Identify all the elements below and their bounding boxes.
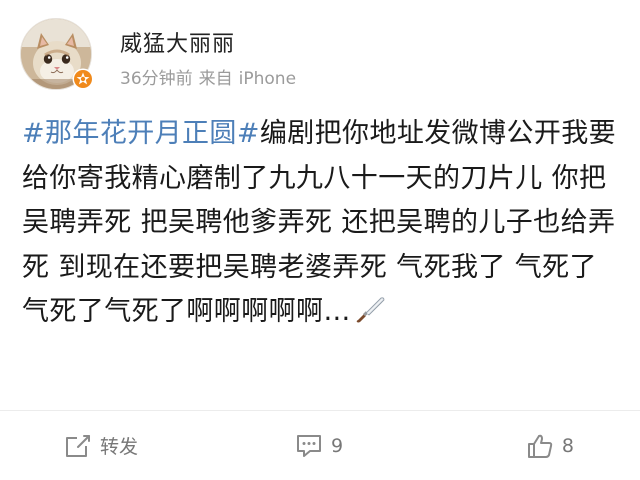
post-source[interactable]: iPhone	[239, 69, 296, 89]
post-header: 威猛大丽丽 36分钟前 来自 iPhone	[20, 18, 620, 94]
thumbs-up-icon	[527, 434, 553, 458]
post-actions-bar: 转发 9 8	[0, 411, 640, 480]
comment-button[interactable]: 9	[234, 411, 404, 480]
comment-icon	[296, 434, 321, 457]
user-name[interactable]: 威猛大丽丽	[120, 26, 235, 58]
post-time: 36分钟前	[120, 69, 193, 89]
post-content: #那年花开月正圆#编剧把你地址发微博公开我要给你寄我精心磨制了九九八十一天的刀片…	[22, 112, 622, 335]
topic-link[interactable]: #那年花开月正圆#	[22, 118, 260, 149]
verified-star-badge-icon	[72, 68, 94, 90]
source-prefix: 来自	[198, 69, 233, 89]
repost-button[interactable]: 转发	[0, 411, 234, 480]
weibo-post: 威猛大丽丽 36分钟前 来自 iPhone #那年花开月正圆#编剧把你地址发微博公开…	[0, 0, 640, 480]
post-meta: 36分钟前 来自 iPhone	[120, 64, 296, 89]
repost-icon	[66, 434, 90, 457]
post-text: 编剧把你地址发微博公开我要给你寄我精心磨制了九九八十一天的刀片儿 你把吴聘弄死 …	[22, 118, 617, 327]
like-count: 8	[561, 434, 574, 457]
repost-label: 转发	[100, 436, 139, 458]
comment-count: 9	[330, 434, 344, 457]
avatar-container[interactable]	[20, 18, 94, 90]
knife-icon	[353, 294, 387, 323]
like-button[interactable]: 8	[404, 411, 640, 480]
